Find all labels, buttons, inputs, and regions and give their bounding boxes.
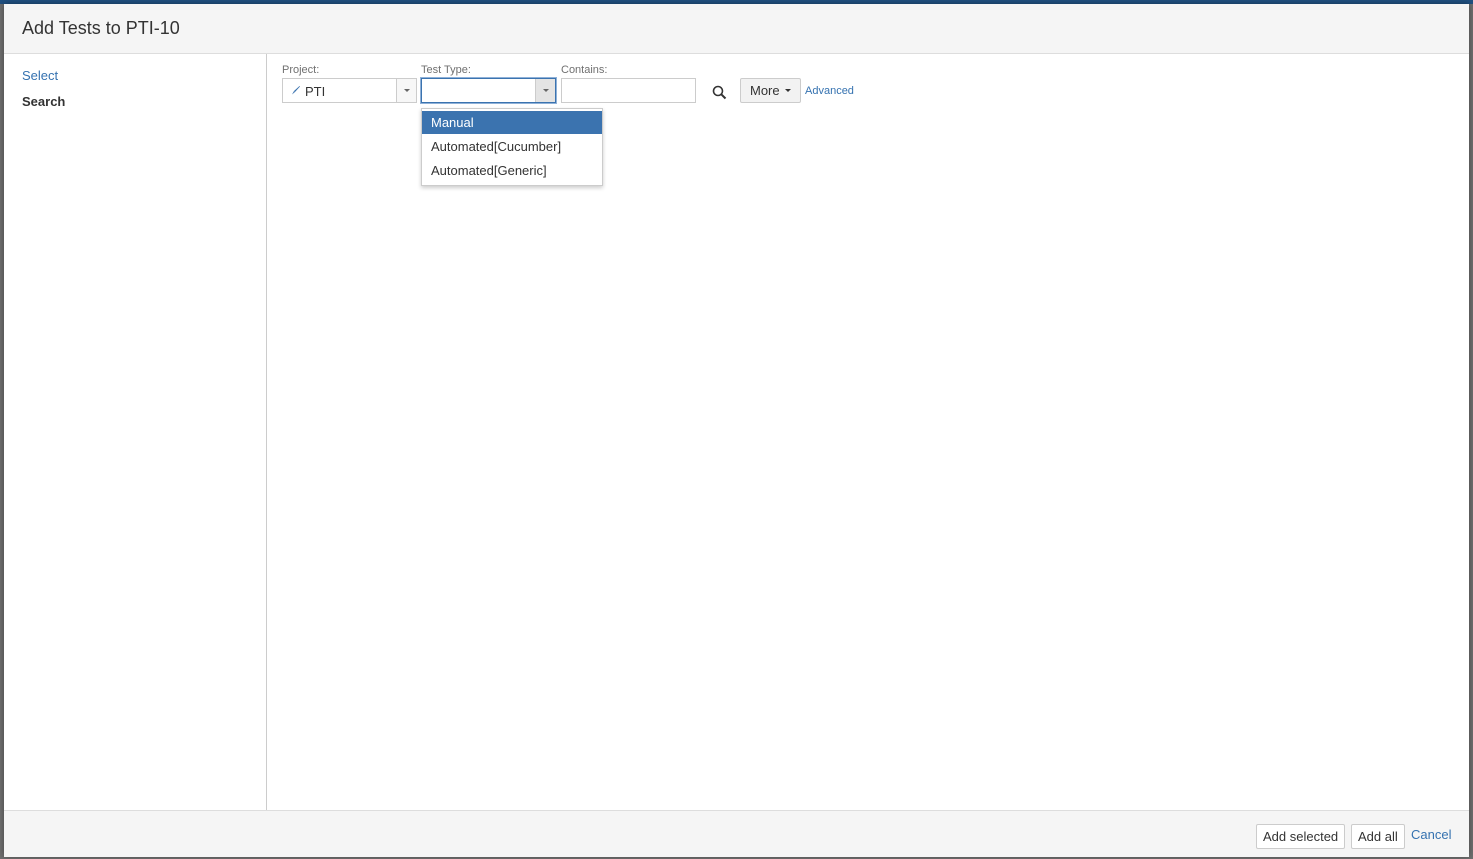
test-type-dropdown: Manual Automated[Cucumber] Automated[Gen… — [421, 108, 603, 186]
test-type-select[interactable] — [421, 78, 556, 103]
project-rocket-icon — [292, 86, 300, 95]
add-selected-button[interactable]: Add selected — [1256, 824, 1346, 849]
chevron-down-icon — [542, 89, 549, 92]
test-type-select-arrow[interactable] — [535, 79, 555, 102]
more-button-label: More — [750, 83, 780, 98]
project-select-value: PTI — [305, 84, 326, 99]
chevron-down-icon — [403, 89, 410, 92]
advanced-link[interactable]: Advanced — [805, 85, 854, 97]
sidebar-item-select[interactable]: Select — [22, 68, 58, 83]
dialog-header: Add Tests to PTI-10 — [4, 4, 1469, 54]
dialog-footer: Add selected Add all Cancel — [4, 810, 1469, 857]
dialog-sidebar: Select Search — [4, 54, 267, 810]
test-type-option-manual[interactable]: Manual — [422, 111, 602, 134]
contains-label: Contains: — [561, 64, 608, 76]
sidebar-item-search[interactable]: Search — [22, 94, 65, 109]
project-select[interactable]: PTI — [282, 78, 417, 103]
chevron-down-icon — [784, 89, 791, 92]
contains-input[interactable] — [561, 78, 696, 103]
cancel-link[interactable]: Cancel — [1411, 827, 1451, 842]
search-icon[interactable] — [711, 84, 729, 102]
project-label: Project: — [282, 64, 320, 76]
test-type-label: Test Type: — [421, 64, 471, 76]
test-type-option-automated-generic[interactable]: Automated[Generic] — [422, 159, 602, 182]
more-button[interactable]: More — [740, 78, 801, 103]
dialog-title: Add Tests to PTI-10 — [22, 18, 180, 38]
search-panel: Project: PTI Test Type: Contains: More A… — [267, 54, 1469, 810]
project-select-arrow[interactable] — [396, 79, 416, 102]
add-tests-dialog: Add Tests to PTI-10 Select Search Projec… — [4, 4, 1469, 857]
add-all-button[interactable]: Add all — [1351, 824, 1405, 849]
test-type-option-automated-cucumber[interactable]: Automated[Cucumber] — [422, 135, 602, 158]
